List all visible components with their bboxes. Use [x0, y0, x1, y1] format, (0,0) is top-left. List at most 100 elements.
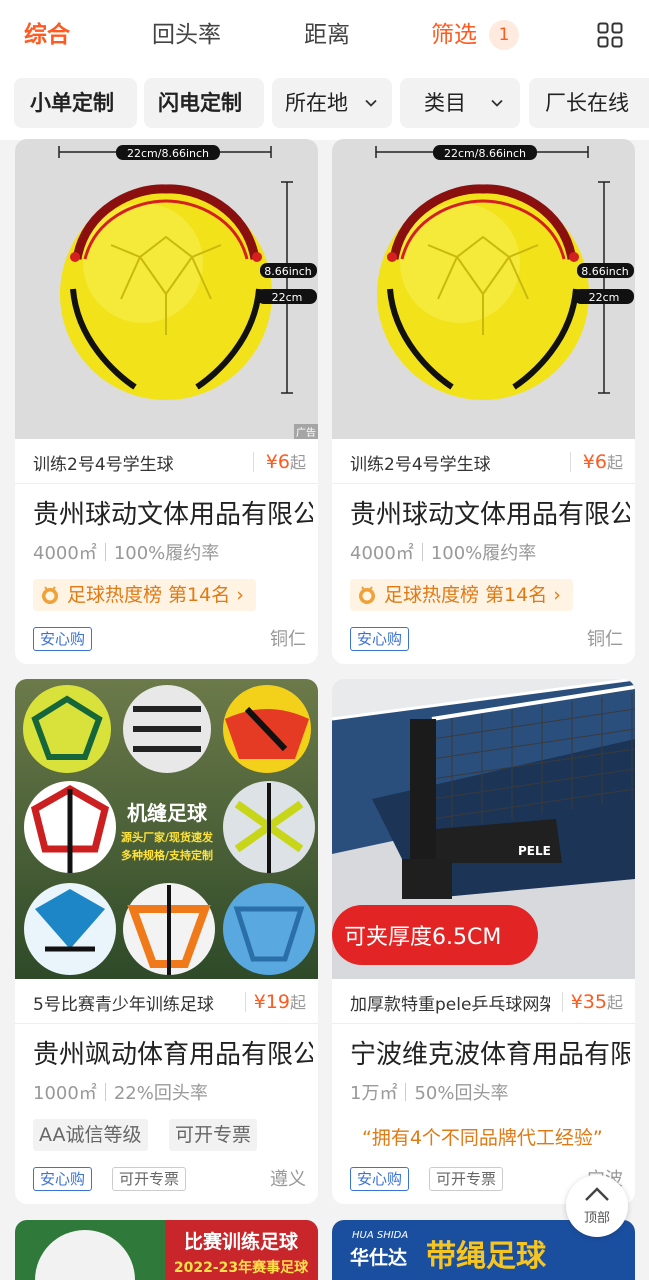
medal-icon — [359, 586, 375, 604]
city: 铜仁 — [270, 629, 306, 650]
measure-width-label: 22cm/8.66inch — [127, 147, 209, 160]
back-to-top-button[interactable]: 顶部 — [566, 1175, 628, 1237]
vat-invoice-tag: 可开专票 — [429, 1167, 504, 1191]
factory-area: 4000㎡ — [33, 543, 97, 564]
divider — [15, 483, 318, 484]
company-stats: 4000㎡ 100%履约率 — [33, 539, 219, 565]
integrity-level-badge: AA诚信等级 — [33, 1119, 148, 1151]
product-image[interactable]: 22cm/8.66inch 8.66inch 22cm — [332, 139, 635, 439]
product-card[interactable]: 比赛训练足球 2022-23年赛事足球 — [15, 1220, 318, 1280]
hot-rank-badge[interactable]: 足球热度榜 第14名 › — [350, 579, 573, 611]
product-image[interactable]: PELE 可夹厚度6.5CM — [332, 679, 635, 979]
product-card[interactable]: 22cm/8.66inch 8.66inch 22cm 训练2号4号学生球 ¥6… — [332, 139, 635, 664]
city: 遵义 — [270, 1169, 306, 1190]
product-image[interactable]: 机缝足球 源头厂家/现货速发 多种规格/支持定制 — [15, 679, 318, 979]
price: ¥35起 — [571, 989, 623, 1013]
tab-comprehensive[interactable]: 综合 — [24, 18, 70, 52]
tab-distance[interactable]: 距离 — [304, 18, 350, 52]
banner-subtitle: 2022-23年赛事足球 — [174, 1259, 309, 1276]
chip-location[interactable]: 所在地 — [272, 78, 392, 128]
chip-label: 类目 — [424, 91, 466, 115]
vat-invoice-badge: 可开专票 — [169, 1119, 258, 1151]
image-title: 机缝足球 — [127, 801, 208, 825]
product-card[interactable]: 22cm/8.66inch 8.66inch 22cm 广告 训练2号4号学生球… — [15, 139, 318, 664]
fulfillment-rate: 100%履约率 — [113, 543, 220, 564]
company-stats: 1万㎡ 50%回头率 — [350, 1079, 508, 1105]
hot-rank-badge[interactable]: 足球热度榜 第14名 › — [33, 579, 256, 611]
price-value: ¥19 — [253, 991, 290, 1013]
net-brand-logo: PELE — [518, 844, 551, 858]
chip-lightning-custom[interactable]: 闪电定制 — [144, 78, 264, 128]
measure-width-label: 22cm/8.66inch — [444, 147, 526, 160]
chip-label: 闪电定制 — [158, 91, 242, 115]
chip-label: 小单定制 — [30, 91, 114, 115]
product-subtitle: 5号比赛青少年训练足球 — [33, 995, 214, 1015]
grid-view-icon[interactable] — [597, 22, 623, 48]
soccer-ball-image: 22cm/8.66inch 8.66inch 22cm — [332, 139, 635, 439]
price-suffix: 起 — [606, 453, 623, 472]
banner-title: 比赛训练足球 — [184, 1230, 299, 1253]
secure-purchase-tag: 安心购 — [350, 627, 410, 651]
price: ¥6起 — [266, 449, 306, 473]
football-collage-image: 机缝足球 源头厂家/现货速发 多种规格/支持定制 — [15, 679, 318, 979]
return-rate: 22%回头率 — [113, 1083, 208, 1104]
chip-category[interactable]: 类目 — [400, 78, 520, 128]
stat-divider — [421, 543, 423, 561]
measure-height-cm-label: 22cm — [589, 291, 620, 304]
chip-small-order-custom[interactable]: 小单定制 — [14, 78, 137, 128]
factory-area: 4000㎡ — [350, 543, 414, 564]
image-line-2: 多种规格/支持定制 — [121, 848, 213, 862]
chip-factory-online[interactable]: 厂长在线 — [529, 78, 649, 128]
brand-name: 华仕达 — [350, 1246, 407, 1269]
price-value: ¥6 — [265, 451, 290, 473]
product-card[interactable]: 机缝足球 源头厂家/现货速发 多种规格/支持定制 5号比赛青少年训练足球 ¥19… — [15, 679, 318, 1204]
stat-divider — [405, 1083, 407, 1101]
company-name[interactable]: 贵州球动文体用品有限公司 — [350, 494, 630, 531]
ad-label: 广告 — [294, 424, 318, 439]
price-value: ¥6 — [582, 451, 607, 473]
product-subtitle: 训练2号4号学生球 — [350, 455, 491, 475]
product-subtitle: 训练2号4号学生球 — [33, 455, 174, 475]
divider — [332, 1023, 635, 1024]
price-suffix: 起 — [289, 453, 306, 472]
stat-divider — [104, 543, 106, 561]
chevron-down-icon — [491, 99, 503, 107]
tab-return-rate[interactable]: 回头率 — [152, 18, 221, 52]
brand-english: HUA SHIDA — [352, 1230, 408, 1241]
rank-label: 足球热度榜 第14名 — [384, 584, 548, 606]
measure-height-cm-label: 22cm — [272, 291, 303, 304]
back-to-top-label: 顶部 — [583, 1211, 610, 1226]
return-rate: 50%回头率 — [414, 1083, 509, 1104]
chip-label: 所在地 — [285, 91, 348, 115]
price-divider — [253, 452, 254, 472]
price-divider — [570, 452, 571, 472]
measure-height-inch-label: 8.66inch — [581, 265, 629, 278]
company-name[interactable]: 贵州球动文体用品有限公司 — [33, 494, 313, 531]
rank-label: 足球热度榜 第14名 — [67, 584, 231, 606]
product-card[interactable]: PELE 可夹厚度6.5CM 加厚款特重pele乒乓球网架 ¥35起 宁波维克波… — [332, 679, 635, 1204]
factory-area: 1万㎡ — [350, 1083, 398, 1104]
price: ¥19起 — [254, 989, 306, 1013]
factory-area: 1000㎡ — [33, 1083, 97, 1104]
filter-chip-bar: 小单定制 闪电定制 所在地 类目 厂长在线 — [0, 70, 649, 140]
image-line-1: 源头厂家/现货速发 — [121, 830, 214, 844]
price: ¥6起 — [583, 449, 623, 473]
soccer-ball-image: 22cm/8.66inch 8.66inch 22cm — [15, 139, 318, 439]
divider — [15, 1023, 318, 1024]
company-name[interactable]: 宁波维克波体育用品有限公司 — [350, 1034, 630, 1071]
product-image: 比赛训练足球 2022-23年赛事足球 — [15, 1220, 318, 1280]
filter-count-badge: 1 — [489, 20, 519, 50]
table-tennis-net-image: PELE 可夹厚度6.5CM — [332, 679, 635, 979]
price-suffix: 起 — [606, 993, 623, 1012]
tab-filter[interactable]: 筛选 — [431, 18, 477, 52]
chevron-down-icon — [365, 99, 377, 107]
secure-purchase-tag: 安心购 — [33, 627, 93, 651]
fulfillment-rate: 100%履约率 — [430, 543, 537, 564]
price-value: ¥35 — [570, 991, 607, 1013]
company-quote: “拥有4个不同品牌代工经验” — [362, 1127, 603, 1149]
company-name[interactable]: 贵州飒动体育用品有限公司 — [33, 1034, 313, 1071]
product-image[interactable]: 22cm/8.66inch 8.66inch 22cm 广告 — [15, 139, 318, 439]
image-caption: 可夹厚度6.5CM — [344, 925, 501, 950]
chevron-right-icon: › — [553, 584, 561, 606]
price-divider — [562, 992, 563, 1012]
